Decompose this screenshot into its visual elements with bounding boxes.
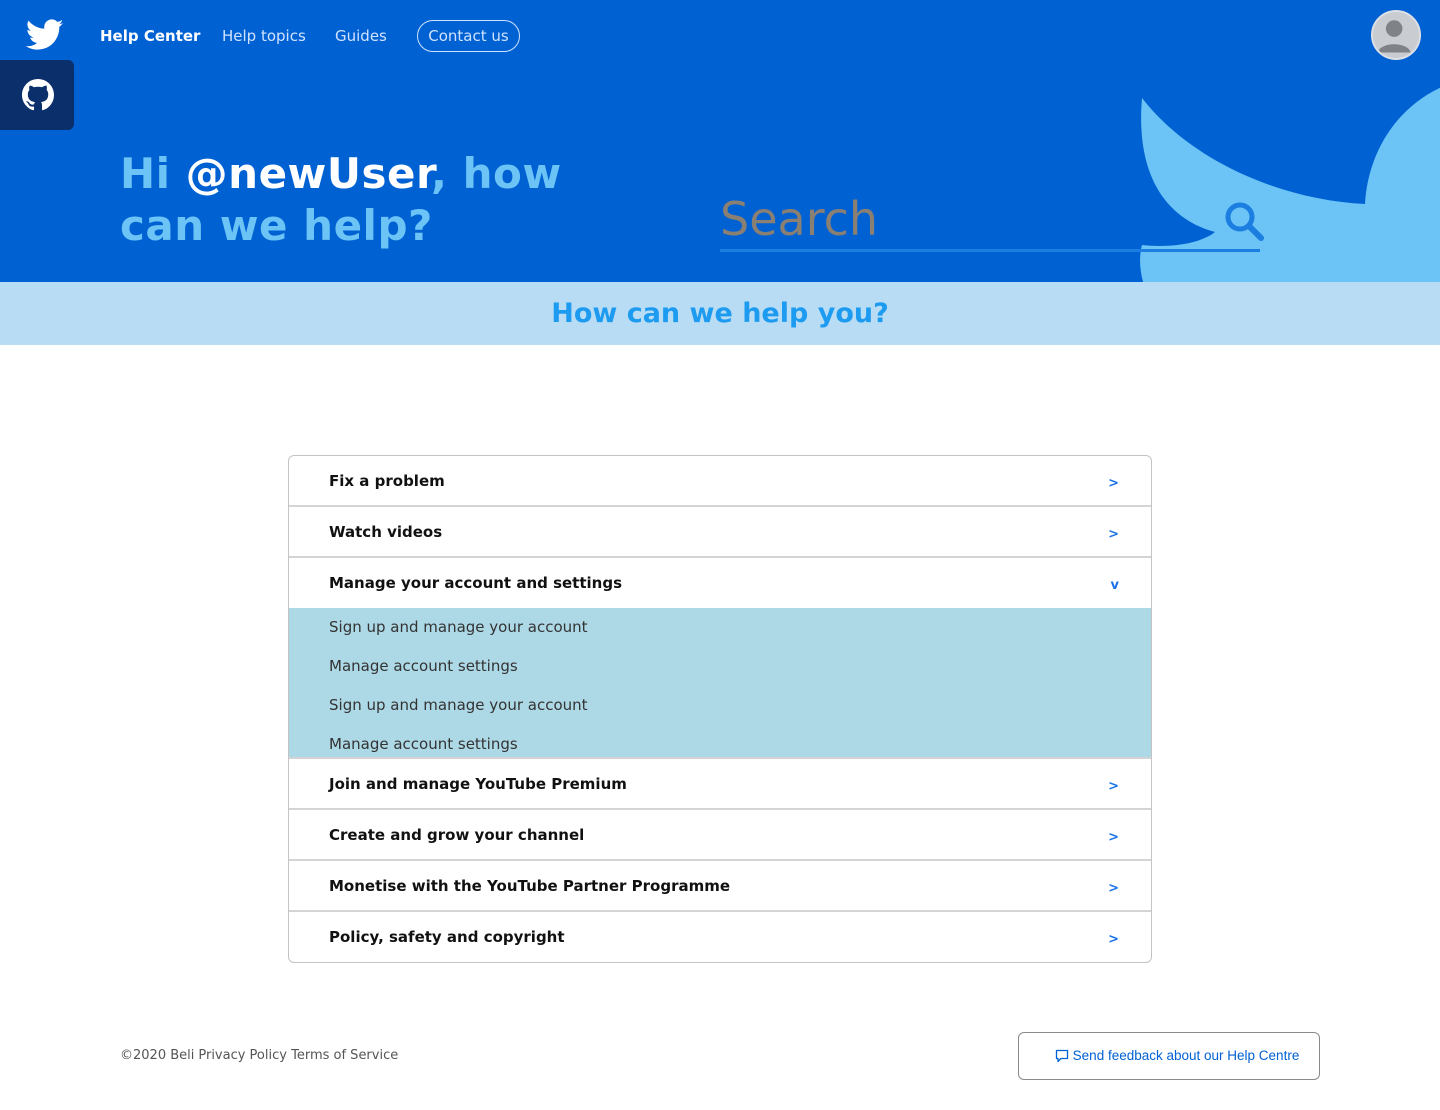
contact-us-button[interactable]: Contact us: [417, 20, 520, 52]
accordion-item-label: Watch videos: [329, 523, 443, 541]
privacy-policy-link[interactable]: Privacy Policy: [198, 1048, 287, 1063]
greeting-heading: Hi @newUser, how can we help?: [120, 148, 640, 252]
accordion-item-label: Create and grow your channel: [329, 826, 585, 844]
top-navigation: Help Center Help topics Guides Contact u…: [0, 0, 1440, 72]
help-subbanner: How can we help you?: [0, 282, 1440, 345]
accordion-item-label: Manage your account and settings: [329, 574, 623, 592]
sub-link-manage-account-settings[interactable]: Manage account settings: [289, 725, 1151, 759]
accordion-item-label: Policy, safety and copyright: [329, 928, 565, 946]
chevron-right-icon: >: [1108, 932, 1119, 947]
sub-link-sign-up-manage-account[interactable]: Sign up and manage your account: [289, 608, 1151, 647]
sub-link-manage-account-settings[interactable]: Manage account settings: [289, 647, 1151, 686]
accordion-item-policy[interactable]: Policy, safety and copyright >: [289, 912, 1151, 962]
help-topics-accordion: Fix a problem > Watch videos > Manage yo…: [288, 455, 1152, 963]
accordion-item-monetise[interactable]: Monetise with the YouTube Partner Progra…: [289, 861, 1151, 912]
accordion-item-manage-account[interactable]: Manage your account and settings v: [289, 558, 1151, 608]
sub-link-sign-up-manage-account[interactable]: Sign up and manage your account: [289, 686, 1151, 725]
send-feedback-button[interactable]: Send feedback about our Help Centre: [1018, 1032, 1320, 1080]
nav-help-center[interactable]: Help Center: [100, 27, 200, 45]
subbanner-title: How can we help you?: [551, 298, 889, 329]
github-icon: [22, 79, 54, 111]
comment-icon: [1055, 1049, 1068, 1063]
chevron-right-icon: >: [1108, 830, 1119, 845]
nav-help-topics[interactable]: Help topics: [222, 27, 306, 45]
twitter-logo-icon[interactable]: [26, 18, 64, 52]
greeting-hi: Hi: [120, 149, 186, 198]
terms-of-service-link[interactable]: Terms of Service: [291, 1048, 398, 1063]
accordion-item-label: Join and manage YouTube Premium: [329, 775, 627, 793]
user-avatar[interactable]: [1371, 10, 1421, 60]
github-link[interactable]: [0, 60, 74, 130]
search-bar: [720, 190, 1264, 252]
send-feedback-label: Send feedback about our Help Centre: [1072, 1048, 1300, 1063]
chevron-down-icon: v: [1110, 578, 1119, 593]
nav-guides[interactable]: Guides: [335, 27, 387, 45]
chevron-right-icon: >: [1108, 527, 1119, 542]
accordion-item-label: Fix a problem: [329, 472, 445, 490]
accordion-item-grow-channel[interactable]: Create and grow your channel >: [289, 810, 1151, 861]
search-icon[interactable]: [1223, 200, 1265, 242]
chevron-right-icon: >: [1108, 881, 1119, 896]
user-silhouette-icon: [1377, 20, 1411, 53]
accordion-item-youtube-premium[interactable]: Join and manage YouTube Premium >: [289, 759, 1151, 810]
hero-header: Help Center Help topics Guides Contact u…: [0, 0, 1440, 282]
accordion-item-fix-problem[interactable]: Fix a problem >: [289, 456, 1151, 507]
chevron-right-icon: >: [1108, 476, 1119, 491]
copyright-text: ©2020 Beli: [120, 1048, 195, 1063]
footer-links: ©2020 Beli Privacy Policy Terms of Servic…: [120, 1048, 398, 1063]
accordion-item-watch-videos[interactable]: Watch videos >: [289, 507, 1151, 558]
accordion-item-label: Monetise with the YouTube Partner Progra…: [329, 877, 731, 895]
accordion-expanded-panel: Sign up and manage your account Manage a…: [289, 608, 1151, 759]
search-input[interactable]: [720, 190, 1210, 248]
greeting-username: @newUser: [185, 149, 431, 198]
chevron-right-icon: >: [1108, 779, 1119, 794]
